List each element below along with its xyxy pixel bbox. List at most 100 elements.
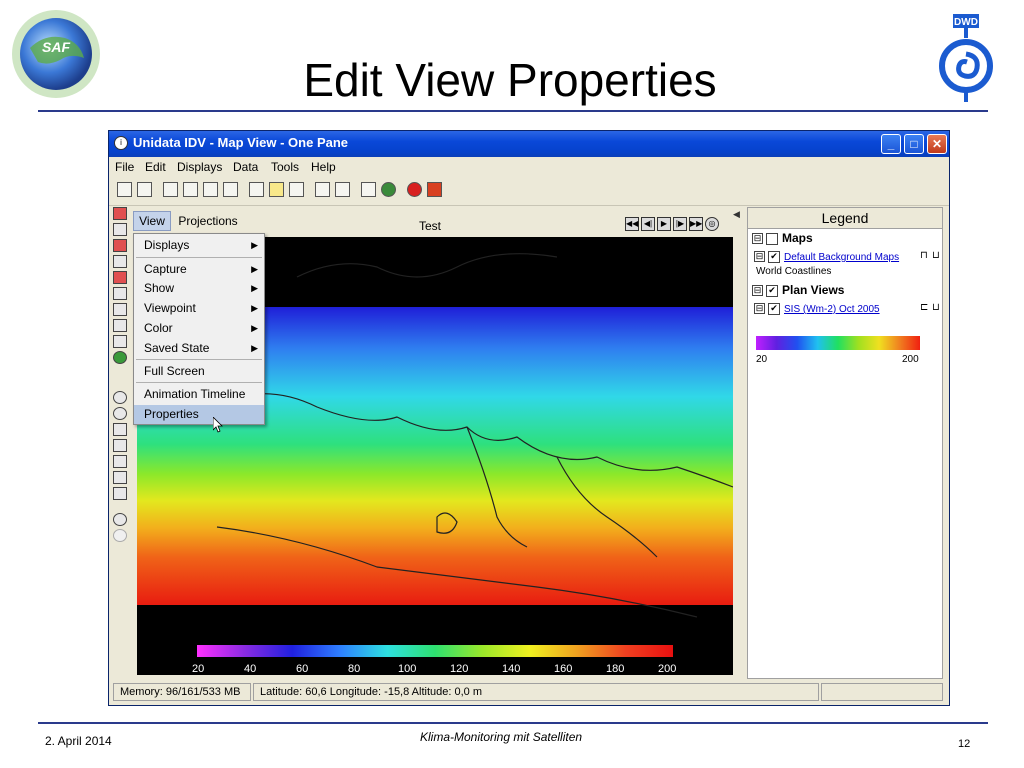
trash-icon[interactable]: ⊔ [932,300,940,316]
cube-bottom-icon[interactable] [113,255,127,268]
cube-back-icon[interactable] [113,223,127,236]
tab-projections[interactable]: Projections [171,211,245,231]
submenu-arrow-icon: ▶ [251,323,258,333]
save-as-icon[interactable] [203,182,218,197]
unlock-icon[interactable]: ⊏ [920,300,928,316]
sis-display-link[interactable]: SIS (Wm-2) Oct 2005 [784,304,880,315]
menu-item-displays[interactable]: Displays ▶ [134,236,264,255]
legend-group-maps[interactable]: ⊟ Maps [752,230,813,246]
menu-item-label: Show [144,281,175,295]
cube-right-icon[interactable] [113,287,127,300]
expand-icon[interactable]: ⊟ [754,303,765,315]
display-icon[interactable] [289,182,304,197]
map-colorbar [197,645,673,657]
maps-checkbox[interactable] [766,232,778,245]
menu-edit[interactable]: Edit [145,160,166,174]
window-title: Unidata IDV - Map View - One Pane [133,135,349,150]
eraser-icon[interactable] [315,182,330,197]
zoom-out-icon[interactable] [113,407,127,420]
background-maps-checkbox[interactable]: ✔ [768,250,780,263]
cancel-icon[interactable] [427,182,442,197]
menu-item-properties[interactable]: Properties [134,405,264,424]
vertical-scale-icon[interactable] [113,335,127,348]
expand-icon[interactable]: ⊟ [752,233,763,245]
plan-views-checkbox[interactable]: ✔ [766,284,778,297]
svg-text:SAF: SAF [42,39,70,55]
lock-icon[interactable]: ⊓ [920,248,928,264]
new-bundle-icon[interactable] [137,182,152,197]
box-icon[interactable] [113,303,127,316]
menu-displays[interactable]: Displays [177,160,222,174]
pan-left-icon[interactable] [113,439,127,452]
stop-icon[interactable] [407,182,422,197]
data-chooser-icon[interactable] [249,182,264,197]
menu-item-label: Properties [144,407,199,421]
colorbar-label: 120 [450,663,469,675]
legend-subitem-coastlines: World Coastlines [756,266,832,277]
maps-group-label: Maps [782,231,813,245]
globe-nav-icon[interactable] [113,351,127,364]
pan-up-icon[interactable] [113,471,127,484]
cube-top-icon[interactable] [113,239,127,252]
background-maps-link[interactable]: Default Background Maps [784,252,899,263]
legend-item-background-maps[interactable]: ⊟ ✔ Default Background Maps ⊓ ⊔ [754,248,940,264]
title-bar[interactable]: i Unidata IDV - Map View - One Pane _ □ … [109,131,949,157]
pan-right-icon[interactable] [113,455,127,468]
anim-settings-button[interactable]: ◎ [705,217,719,231]
close-button[interactable]: ✕ [927,134,947,154]
zoom-in-icon[interactable] [113,391,127,404]
slide-title: Edit View Properties [303,54,717,106]
maximize-button[interactable]: □ [904,134,924,154]
expand-icon[interactable]: ⊟ [754,251,765,263]
page-number: 12 [958,738,971,750]
import-icon[interactable] [223,182,238,197]
saf-logo: SAF [12,10,100,98]
menu-item-capture[interactable]: Capture ▶ [134,260,264,279]
menu-item-show[interactable]: Show ▶ [134,279,264,298]
legend-group-plan-views[interactable]: ⊟ ✔ Plan Views [752,282,844,298]
cube-front-icon[interactable] [113,207,127,220]
menu-data[interactable]: Data [233,160,258,174]
menu-item-full-screen[interactable]: Full Screen [134,362,264,381]
rotate-icon[interactable] [113,319,127,332]
menu-item-saved-state[interactable]: Saved State ▶ [134,339,264,358]
pencil-icon[interactable] [361,182,376,197]
trash-icon[interactable]: ⊔ [932,248,940,264]
legend-collapse-icon[interactable]: ◀ [733,209,743,229]
expand-icon[interactable]: ⊟ [752,285,763,297]
scissors-icon[interactable] [335,182,350,197]
sis-checkbox[interactable]: ✔ [768,302,780,315]
pan-down-icon[interactable] [113,487,127,500]
plan-views-group-label: Plan Views [782,283,845,297]
anim-last-button[interactable]: ▶▶ [689,217,703,231]
minimize-button[interactable]: _ [881,134,901,154]
legend-item-sis[interactable]: ⊟ ✔ SIS (Wm-2) Oct 2005 ⊏ ⊔ [754,300,940,316]
view-dropdown-menu: Displays ▶ Capture ▶ Show ▶ Viewpoint ▶ Colo… [133,233,265,425]
anim-step-forward-button[interactable]: |▶ [673,217,687,231]
refresh-disabled-icon [113,529,127,542]
menu-separator [136,382,262,383]
anim-first-button[interactable]: ◀◀ [625,217,639,231]
globe-icon[interactable] [381,182,396,197]
tab-view[interactable]: View [133,211,171,231]
menu-bar: File Edit Displays Data Tools Help [109,157,949,177]
refresh-icon[interactable] [113,513,127,526]
cube-left-icon[interactable] [113,271,127,284]
menu-item-animation-timeline[interactable]: Animation Timeline [134,385,264,404]
menu-tools[interactable]: Tools [271,160,299,174]
open-folder-icon[interactable] [163,182,178,197]
anim-play-button[interactable]: ▶ [657,217,671,231]
menu-help[interactable]: Help [311,160,336,174]
save-icon[interactable] [183,182,198,197]
bulb-icon[interactable] [269,182,284,197]
menu-item-color[interactable]: Color ▶ [134,319,264,338]
menu-separator [136,359,262,360]
home-icon[interactable] [117,182,132,197]
menu-item-label: Displays [144,238,190,252]
menu-separator [136,257,262,258]
anim-step-back-button[interactable]: ◀| [641,217,655,231]
colorbar-label: 200 [658,663,677,675]
menu-file[interactable]: File [115,160,134,174]
menu-item-viewpoint[interactable]: Viewpoint ▶ [134,299,264,318]
reset-home-icon[interactable] [113,423,127,436]
